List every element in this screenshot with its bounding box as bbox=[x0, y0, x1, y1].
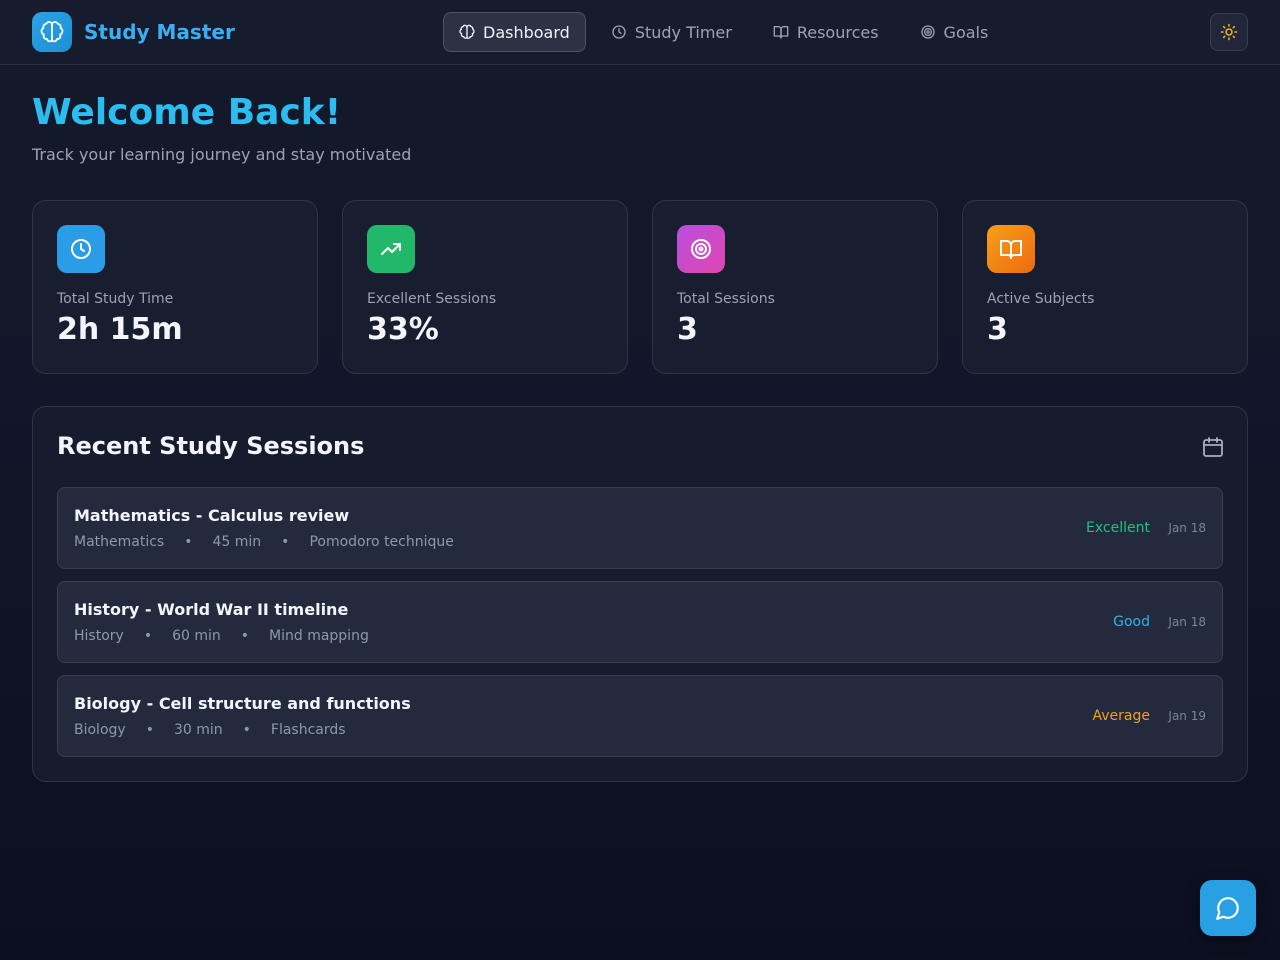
nav-goals[interactable]: Goals bbox=[904, 12, 1005, 52]
session-meta: Mathematics • 45 min • Pomodoro techniqu… bbox=[74, 534, 454, 550]
session-title: History - World War II timeline bbox=[74, 600, 349, 619]
clock-icon bbox=[57, 225, 105, 273]
session-meta: Biology • 30 min • Flashcards bbox=[74, 722, 346, 738]
sun-icon bbox=[1220, 23, 1238, 41]
app-name: Study Master bbox=[84, 20, 235, 44]
session-rating: Good bbox=[1113, 614, 1150, 630]
nav-label: Resources bbox=[796, 22, 879, 42]
nav-dashboard[interactable]: Dashboard bbox=[443, 12, 586, 52]
session-meta: History • 60 min • Mind mapping bbox=[74, 628, 369, 644]
stat-card-excellent-sessions: Excellent Sessions 33% bbox=[342, 200, 628, 374]
separator: • bbox=[242, 722, 251, 738]
session-subject: Biology bbox=[74, 722, 126, 738]
nav-resources[interactable]: Resources bbox=[757, 12, 895, 52]
separator: • bbox=[240, 628, 250, 644]
session-row[interactable]: Mathematics - Calculus review Mathematic… bbox=[57, 487, 1223, 569]
clock-icon bbox=[612, 25, 626, 39]
stat-label: Excellent Sessions bbox=[367, 291, 497, 307]
target-icon bbox=[920, 25, 935, 39]
session-title: Mathematics - Calculus review bbox=[74, 506, 350, 525]
session-duration: 60 min bbox=[172, 628, 221, 644]
session-date: Jan 18 bbox=[1168, 615, 1206, 629]
session-duration: 45 min bbox=[212, 534, 262, 550]
calendar-icon[interactable] bbox=[1201, 435, 1225, 459]
chat-button[interactable] bbox=[1200, 880, 1256, 936]
stat-card-total-sessions: Total Sessions 3 bbox=[652, 200, 938, 374]
stat-value: 3 bbox=[677, 312, 698, 347]
session-date: Jan 18 bbox=[1168, 521, 1206, 535]
chat-bubble-icon bbox=[1216, 897, 1239, 920]
session-subject: History bbox=[74, 628, 124, 644]
stat-value: 33% bbox=[367, 312, 439, 347]
session-rating: Excellent bbox=[1086, 520, 1150, 536]
session-title: Biology - Cell structure and functions bbox=[74, 694, 411, 713]
separator: • bbox=[145, 722, 154, 738]
page-subtitle: Track your learning journey and stay mot… bbox=[32, 145, 412, 164]
main-nav: Dashboard Study Timer Resources Goals bbox=[443, 12, 1013, 52]
brand[interactable]: Study Master bbox=[32, 12, 235, 52]
stat-card-active-subjects: Active Subjects 3 bbox=[962, 200, 1248, 374]
session-method: Flashcards bbox=[270, 722, 346, 738]
brain-icon bbox=[32, 12, 72, 52]
separator: • bbox=[143, 628, 153, 644]
stat-card-total-study-time: Total Study Time 2h 15m bbox=[32, 200, 318, 374]
stat-label: Total Study Time bbox=[57, 291, 174, 307]
top-header: Study Master Dashboard Study Timer Resou… bbox=[0, 0, 1280, 65]
trending-up-icon bbox=[367, 225, 415, 273]
recent-sessions-panel: Recent Study Sessions Mathematics - Calc… bbox=[32, 406, 1248, 782]
separator: • bbox=[184, 534, 193, 550]
section-title: Recent Study Sessions bbox=[57, 432, 365, 460]
stats-row: Total Study Time 2h 15m Excellent Sessio… bbox=[32, 200, 1248, 374]
page-title: Welcome Back! bbox=[32, 92, 342, 133]
nav-study-timer[interactable]: Study Timer bbox=[595, 12, 748, 52]
nav-label: Study Timer bbox=[634, 22, 732, 42]
session-date: Jan 19 bbox=[1168, 709, 1206, 723]
session-duration: 30 min bbox=[173, 722, 223, 738]
session-row[interactable]: Biology - Cell structure and functions B… bbox=[57, 675, 1223, 757]
stat-label: Total Sessions bbox=[677, 291, 775, 307]
stat-value: 2h 15m bbox=[57, 312, 183, 347]
book-icon bbox=[773, 26, 789, 39]
session-subject: Mathematics bbox=[74, 534, 165, 550]
target-icon bbox=[677, 225, 725, 273]
session-rating: Average bbox=[1092, 708, 1151, 724]
session-row[interactable]: History - World War II timeline History … bbox=[57, 581, 1223, 663]
separator: • bbox=[281, 534, 290, 550]
nav-label: Dashboard bbox=[483, 22, 570, 42]
session-method: Pomodoro technique bbox=[309, 534, 454, 550]
book-icon bbox=[987, 225, 1035, 273]
session-method: Mind mapping bbox=[269, 628, 369, 644]
theme-toggle-button[interactable] bbox=[1210, 13, 1248, 51]
nav-label: Goals bbox=[943, 22, 989, 42]
stat-value: 3 bbox=[987, 312, 1008, 347]
stat-label: Active Subjects bbox=[987, 291, 1095, 307]
brain-icon bbox=[459, 24, 475, 39]
